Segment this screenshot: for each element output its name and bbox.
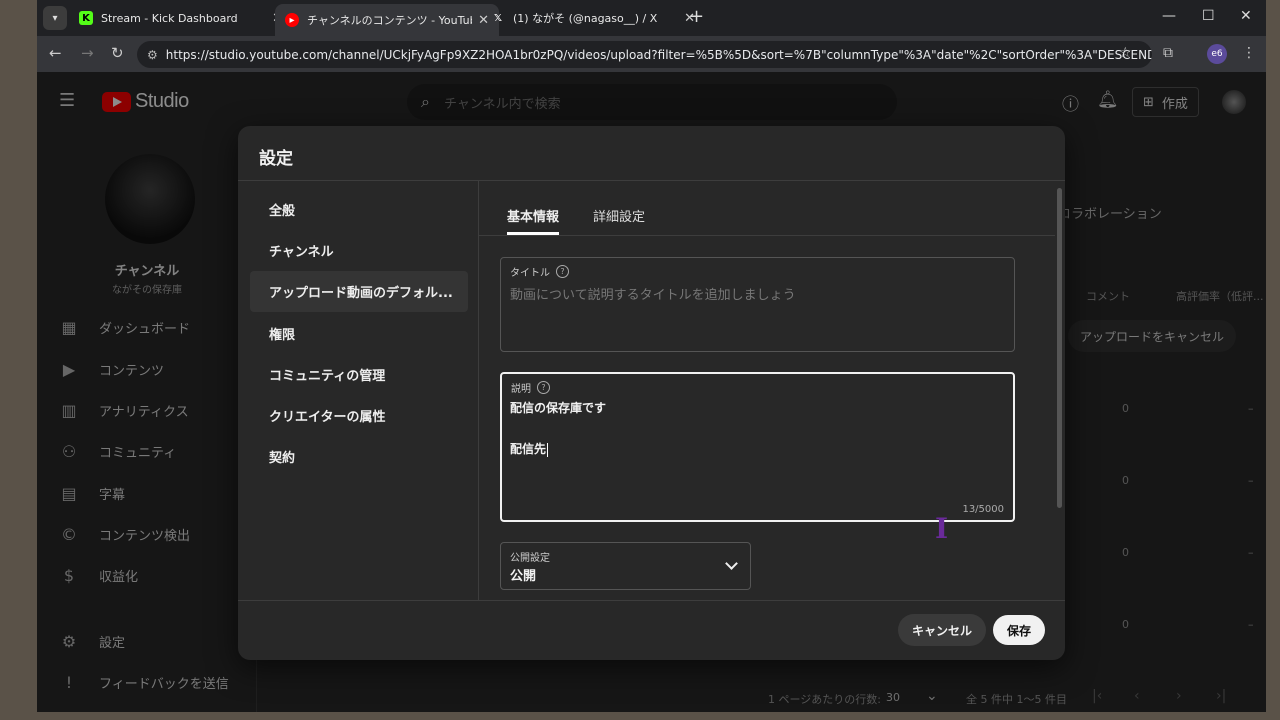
- back-icon[interactable]: ←: [49, 44, 62, 62]
- title-placeholder: 動画について説明するタイトルを追加しましょう: [510, 288, 796, 303]
- tab-bar: ▾ K Stream - Kick Dashboard ✕ ▸ チャンネルのコン…: [37, 0, 1266, 36]
- divider: [238, 600, 1065, 601]
- window-close-icon[interactable]: ✕: [1240, 8, 1252, 24]
- active-tab-indicator: [507, 232, 559, 235]
- field-label-text: 公開設定: [510, 553, 550, 564]
- chevron-down-icon: [725, 557, 738, 570]
- tab-x[interactable]: 𝕏 (1) ながそ (@nagaso__) / X ✕: [481, 4, 705, 32]
- youtube-icon: ▸: [285, 13, 299, 27]
- tab-basic-info[interactable]: 基本情報: [507, 206, 559, 225]
- description-line: 配信の保存庫です: [510, 401, 607, 415]
- visibility-field-label: 公開設定: [510, 549, 550, 564]
- tab-advanced-settings[interactable]: 詳細設定: [593, 206, 645, 225]
- x-icon: 𝕏: [493, 12, 503, 24]
- dialog-title: 設定: [259, 149, 293, 169]
- help-icon[interactable]: ?: [556, 265, 569, 278]
- settings-dialog: 設定 全般 チャンネル アップロード動画のデフォル... 権限 コミュニティの管…: [238, 126, 1065, 660]
- visibility-select[interactable]: 公開設定 公開: [500, 542, 751, 590]
- minimize-icon[interactable]: —: [1162, 8, 1176, 24]
- tab-title: チャンネルのコンテンツ - YouTube S: [307, 14, 472, 27]
- url-text: https://studio.youtube.com/channel/UCkjF…: [165, 47, 1152, 62]
- bookmark-star-icon[interactable]: ☆: [1119, 45, 1132, 61]
- settings-category-creator-attributes[interactable]: クリエイターの属性: [250, 395, 468, 436]
- cancel-label: キャンセル: [912, 623, 973, 638]
- category-label: コミュニティの管理: [269, 369, 386, 384]
- maximize-icon[interactable]: ☐: [1202, 8, 1215, 24]
- tab-youtube-studio[interactable]: ▸ チャンネルのコンテンツ - YouTube S ✕: [275, 4, 499, 36]
- description-line: 配信先: [510, 442, 547, 456]
- category-label: チャンネル: [269, 245, 334, 260]
- browser-toolbar: ← → ↻ ⚙ https://studio.youtube.com/chann…: [37, 36, 1266, 72]
- youtube-studio-app: ☰ Studio ⌕ チャンネル内で検索 ⓘ 🔔︎ ⊞ 作成 チャンネル ながそ…: [37, 72, 1266, 712]
- forward-icon[interactable]: →: [81, 44, 94, 62]
- site-info-icon[interactable]: ⚙: [147, 48, 158, 62]
- tab-title: Stream - Kick Dashboard: [101, 11, 238, 25]
- kick-icon: K: [79, 11, 93, 25]
- profile-avatar[interactable]: e6: [1207, 44, 1227, 64]
- new-tab-button[interactable]: +: [689, 6, 704, 27]
- text-caret: [547, 442, 549, 457]
- title-field-label: タイトル ?: [510, 264, 569, 279]
- save-label: 保存: [1007, 623, 1032, 638]
- tab-search-button[interactable]: ▾: [43, 6, 67, 30]
- category-label: アップロード動画のデフォル...: [269, 286, 453, 301]
- category-label: クリエイターの属性: [269, 410, 386, 425]
- category-label: 全般: [269, 204, 296, 219]
- category-label: 契約: [269, 451, 296, 466]
- browser-window: ▾ K Stream - Kick Dashboard ✕ ▸ チャンネルのコン…: [37, 0, 1266, 712]
- help-icon[interactable]: ?: [537, 381, 550, 394]
- reload-icon[interactable]: ↻: [111, 44, 124, 62]
- settings-category-permissions[interactable]: 権限: [250, 313, 468, 354]
- settings-category-agreements[interactable]: 契約: [250, 436, 468, 477]
- divider: [478, 181, 479, 600]
- title-field[interactable]: タイトル ? 動画について説明するタイトルを追加しましょう: [500, 257, 1015, 352]
- address-bar[interactable]: ⚙ https://studio.youtube.com/channel/UCk…: [137, 41, 1152, 68]
- divider: [238, 180, 1065, 181]
- tab-title: (1) ながそ (@nagaso__) / X: [513, 12, 658, 25]
- settings-category-channel[interactable]: チャンネル: [250, 230, 468, 271]
- field-label-text: タイトル: [510, 268, 550, 279]
- save-button[interactable]: 保存: [993, 615, 1046, 645]
- cancel-button[interactable]: キャンセル: [898, 614, 987, 646]
- description-field[interactable]: 説明 ? 配信の保存庫です 配信先 13/5000: [500, 372, 1015, 522]
- browser-menu-icon[interactable]: ⋮: [1242, 45, 1256, 61]
- divider: [479, 235, 1055, 236]
- category-label: 権限: [269, 328, 296, 343]
- dialog-scrollbar[interactable]: [1057, 188, 1062, 508]
- description-field-label: 説明 ?: [511, 380, 550, 395]
- settings-category-upload-defaults[interactable]: アップロード動画のデフォル...: [250, 271, 468, 312]
- tab-kick[interactable]: K Stream - Kick Dashboard ✕: [69, 4, 293, 32]
- settings-category-community[interactable]: コミュニティの管理: [250, 354, 468, 395]
- description-line-cursor: 配信先: [510, 440, 549, 457]
- extensions-icon[interactable]: ⧉: [1163, 45, 1173, 61]
- character-counter: 13/5000: [962, 504, 1004, 515]
- mouse-cursor-ibeam-icon: I: [935, 512, 949, 545]
- profile-initials: e6: [1211, 49, 1223, 59]
- settings-category-general[interactable]: 全般: [250, 189, 468, 230]
- visibility-value: 公開: [510, 569, 537, 584]
- field-label-text: 説明: [511, 384, 531, 395]
